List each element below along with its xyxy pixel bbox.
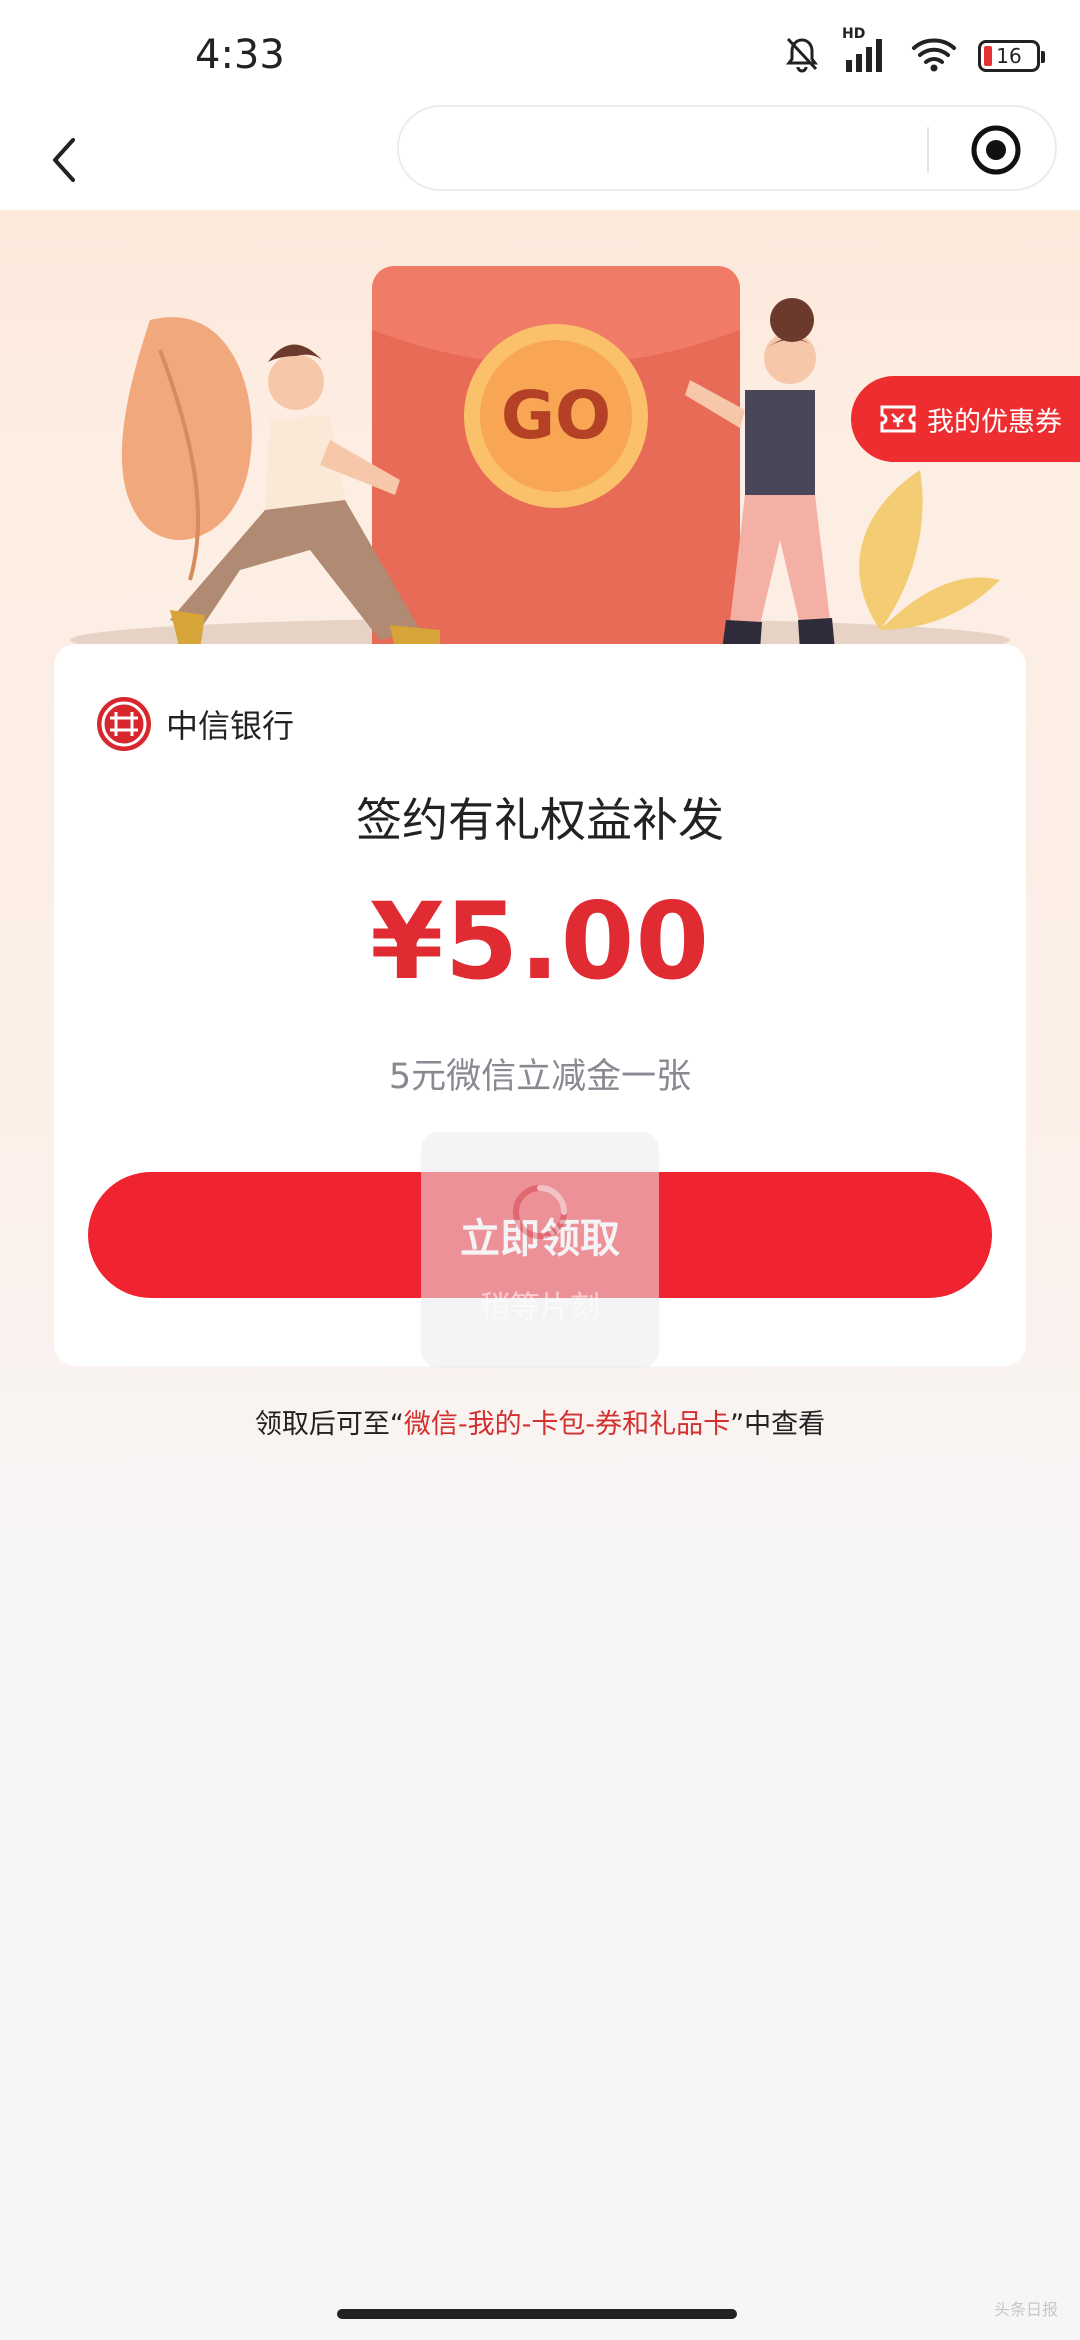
- close-mini-program-button[interactable]: [969, 123, 1023, 177]
- nav-bar: [0, 105, 1080, 210]
- watermark: 头条日报: [993, 2300, 1058, 2319]
- loading-spinner-icon: [513, 1185, 567, 1239]
- ticket-icon: [879, 404, 917, 434]
- citic-bank-logo-icon: [97, 697, 151, 751]
- signal-icon: HD: [842, 26, 890, 78]
- wallet-path-link: 微信-我的-卡包-券和礼品卡: [403, 1409, 731, 1440]
- wifi-icon: [910, 34, 958, 78]
- benefit-description: 5元微信立减金一张: [388, 1057, 692, 1097]
- bank-name: 中信银行: [166, 707, 295, 745]
- card-title: 签约有礼权益补发: [356, 793, 724, 847]
- capsule-divider: [927, 127, 929, 173]
- status-icons: HD 16: [782, 26, 1045, 78]
- loading-toast: 稍等片刻: [421, 1132, 659, 1368]
- network-type-label: HD: [842, 26, 866, 42]
- my-coupons-label: 我的优惠券: [927, 406, 1062, 438]
- battery-icon: 16: [978, 40, 1045, 72]
- hint-suffix: ”中查看: [730, 1409, 826, 1440]
- hint-prefix: 领取后可至“: [254, 1409, 404, 1440]
- home-indicator[interactable]: [337, 2309, 737, 2319]
- back-button[interactable]: [30, 125, 100, 195]
- mute-bell-icon: [782, 34, 822, 78]
- loading-text: 稍等片刻: [480, 1290, 600, 1325]
- claim-hint: 领取后可至“微信-我的-卡包-券和礼品卡”中查看: [0, 1402, 1080, 1441]
- svg-text:GO: GO: [501, 377, 611, 454]
- chevron-left-icon: [53, 138, 75, 182]
- target-icon: [971, 125, 1021, 175]
- mini-program-capsule: [397, 105, 1057, 191]
- bank-header: 中信银行: [96, 696, 294, 752]
- battery-level: [984, 46, 992, 66]
- status-time: 4:33: [195, 32, 285, 78]
- my-coupons-button[interactable]: 我的优惠券: [851, 376, 1080, 462]
- battery-percent: 16: [996, 44, 1022, 68]
- benefit-amount: ¥5.00: [369, 880, 711, 1003]
- page: 4:33 HD 16 GO 我的优惠券 中信银行 签约有礼权益补发 ¥5.00 …: [0, 0, 1080, 2340]
- status-bar: 4:33 HD 16: [0, 0, 1080, 105]
